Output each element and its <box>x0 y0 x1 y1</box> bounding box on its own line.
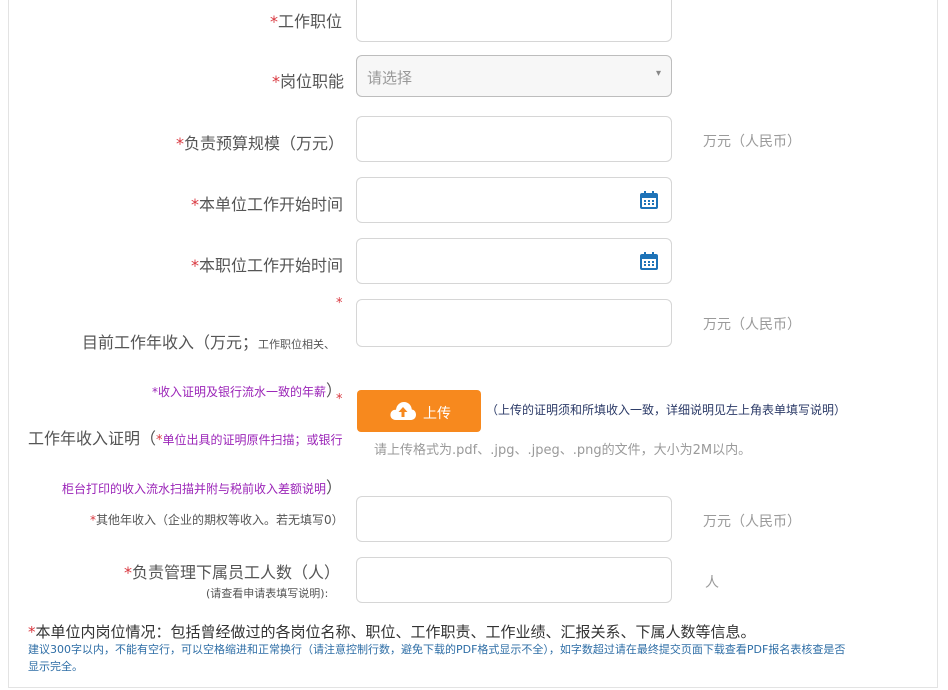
subordinates-label-note: (请查看申请表填写说明): <box>206 587 329 600</box>
calendar-icon[interactable] <box>639 190 659 210</box>
chevron-down-icon: ▾ <box>655 68 661 79</box>
subordinates-unit: 人 <box>705 575 719 591</box>
upload-hint: （上传的证明须和所填收入一致，详细说明见左上角表单填写说明） <box>486 403 847 417</box>
annual-income-label: 目前工作年收入（万元；工作职位相关、 <box>82 333 336 352</box>
position-desc-label: *本单位内岗位情况：包括曾经做过的各岗位名称、职位、工作职责、工作业绩、汇报关系… <box>28 623 756 641</box>
subordinates-label: *负责管理下属员工人数（人） <box>124 563 341 582</box>
position-start-date-input[interactable] <box>356 238 672 284</box>
other-income-input[interactable] <box>356 496 672 542</box>
position-desc-note-line1: 建议300字以内，不能有空行，可以空格缩进和正常换行（请注意控制行数，避免下载的… <box>28 643 846 656</box>
annual-income-label-note: *收入证明及银行流水一致的年薪） <box>152 381 343 400</box>
income-proof-label: 工作年收入证明（*单位出具的证明原件扫描；或银行 <box>28 429 343 448</box>
income-proof-label-note: 柜台打印的收入流水扫描并附与税前收入差额说明） <box>62 478 343 497</box>
annual-income-unit: 万元（人民币） <box>703 317 801 333</box>
other-income-label: *其他年收入（企业的期权等收入。若无填写0） <box>90 513 344 527</box>
income-proof-required-mark: * <box>336 392 343 407</box>
annual-income-input[interactable] <box>356 299 672 347</box>
unit-start-label: *本单位工作开始时间 <box>191 195 344 214</box>
job-function-label: *岗位职能 <box>272 72 345 91</box>
position-start-label: *本职位工作开始时间 <box>191 256 344 275</box>
job-function-select[interactable]: 请选择 ▾ <box>356 55 672 97</box>
budget-label: *负责预算规模（万元） <box>176 134 345 153</box>
job-title-input[interactable] <box>356 0 672 42</box>
job-title-label: *工作职位 <box>270 12 343 31</box>
calendar-icon[interactable] <box>639 251 659 271</box>
upload-button[interactable]: 上传 <box>357 390 481 432</box>
other-income-unit: 万元（人民币） <box>703 514 801 530</box>
cloud-upload-icon <box>390 402 416 420</box>
upload-button-label: 上传 <box>423 406 451 422</box>
upload-format-hint: 请上传格式为.pdf、.jpg、.jpeg、.png的文件，大小为2M以内。 <box>374 443 752 458</box>
job-function-placeholder: 请选择 <box>367 69 413 87</box>
position-desc-note-line2: 显示完全。 <box>28 660 83 673</box>
budget-unit: 万元（人民币） <box>703 134 801 150</box>
unit-start-date-input[interactable] <box>356 177 672 223</box>
subordinates-input[interactable] <box>356 557 672 603</box>
budget-input[interactable] <box>356 116 672 162</box>
annual-income-required-mark: * <box>336 296 343 311</box>
